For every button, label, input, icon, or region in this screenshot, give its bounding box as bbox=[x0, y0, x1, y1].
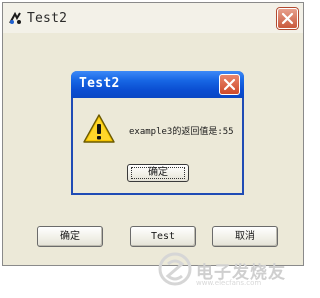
app-icon bbox=[8, 11, 23, 26]
outer-window-title: Test2 bbox=[27, 11, 68, 26]
warning-icon bbox=[83, 114, 115, 143]
watermark-logo-icon bbox=[158, 252, 192, 286]
outer-close-button[interactable] bbox=[277, 8, 298, 29]
cancel-button[interactable]: 取消 bbox=[212, 226, 278, 247]
test-button[interactable]: Test bbox=[130, 226, 196, 247]
screenshot: Test2 确定 Test 取消 Test2 example3的返回值是:55 … bbox=[0, 0, 309, 298]
message-box-close-button[interactable] bbox=[219, 74, 240, 95]
focus-rect bbox=[131, 167, 185, 179]
close-icon bbox=[223, 78, 236, 91]
watermark: 电子发烧友 www.elecfans.com bbox=[158, 250, 298, 290]
message-box: Test2 example3的返回值是:55 确定 bbox=[71, 71, 244, 195]
message-text: example3的返回值是:55 bbox=[129, 127, 234, 137]
message-ok-button[interactable]: 确定 bbox=[127, 164, 189, 182]
watermark-url: www.elecfans.com bbox=[196, 279, 262, 287]
message-box-title-bar[interactable]: Test2 bbox=[71, 71, 244, 98]
outer-title-bar[interactable]: Test2 bbox=[3, 3, 303, 33]
ok-button[interactable]: 确定 bbox=[37, 226, 103, 247]
close-icon bbox=[281, 12, 294, 25]
message-box-title: Test2 bbox=[79, 76, 120, 91]
